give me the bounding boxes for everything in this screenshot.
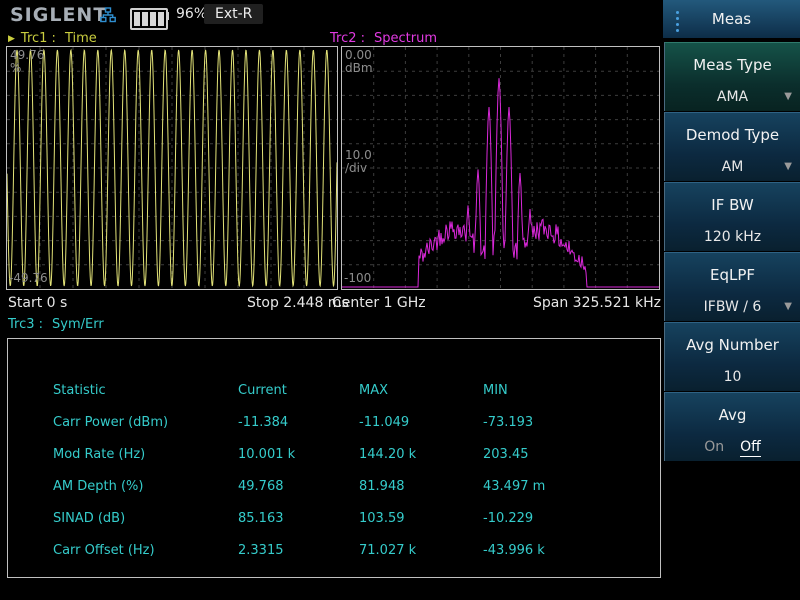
table-cell: 144.20 k (359, 447, 417, 462)
spectrum-span-label: Span 325.521 kHz (532, 295, 661, 311)
table-cell: 10.001 k (238, 447, 296, 462)
sidebar-item-label: Avg Number (686, 336, 779, 354)
avg-off-option[interactable]: Off (740, 439, 761, 457)
table-row: Carr Power (dBm) -11.384 -11.049 -73.193 (8, 407, 660, 439)
meas-menu-sidebar: Meas Meas Type AMA ▼ Demod Type AM ▼ IF BW 120 … (663, 0, 800, 600)
spectrum-ref-unit-label: dBm (345, 61, 373, 75)
table-cell: -43.996 k (483, 543, 545, 558)
table-cell: 103.59 (359, 511, 405, 526)
sidebar-item-label: Demod Type (685, 126, 780, 144)
dropdown-arrow-icon: ▼ (784, 301, 792, 312)
table-cell: 81.948 (359, 479, 405, 494)
time-top-unit-label: % (10, 61, 22, 75)
trc3-title: Trc3 : Sym/Err (8, 317, 104, 332)
sidebar-item-label: EqLPF (709, 266, 756, 284)
meas-menu-header[interactable]: Meas (663, 0, 800, 38)
time-plot: 49.76 % -49.76 (6, 46, 338, 290)
sidebar-item-if-bw[interactable]: IF BW 120 kHz (664, 182, 800, 251)
table-row: Carr Offset (Hz) 2.3315 71.027 k -43.996 k (8, 535, 660, 567)
table-cell: 2.3315 (238, 543, 284, 558)
spectrum-scale-unit-label: /div (345, 161, 368, 175)
analyzer-screen: SIGLENT 96% Ext-R ▶ Trc1 : Time Trc2 : Spec… (0, 0, 800, 600)
table-row: AM Depth (%) 49.768 81.948 43.497 m (8, 471, 660, 503)
active-trace-arrow-icon: ▶ (8, 34, 15, 44)
sym-err-table: Statistic Current MAX MIN Carr Power (dBm) -1… (7, 338, 661, 578)
trc2-label: Trc2 : (330, 31, 366, 46)
dropdown-arrow-icon: ▼ (784, 161, 792, 172)
table-cell: -11.049 (359, 415, 410, 430)
dropdown-arrow-icon: ▼ (784, 91, 792, 102)
menu-dots-icon (676, 11, 680, 35)
trc2-title: Trc2 : Spectrum (330, 31, 437, 46)
meas-menu-title: Meas (711, 10, 752, 28)
spectrum-chart (342, 47, 659, 289)
siglent-logo: SIGLENT (10, 4, 108, 26)
spectrum-plot: 0.00 dBm 10.0 /div -100 (341, 46, 660, 290)
trc3-name: Sym/Err (52, 317, 104, 332)
sidebar-item-value: AM (721, 159, 744, 175)
sidebar-item-label: IF BW (711, 196, 754, 214)
table-row: Statistic Current MAX MIN (8, 375, 660, 407)
table-row: SINAD (dB) 85.163 103.59 -10.229 (8, 503, 660, 535)
time-start-label: Start 0 s (8, 295, 68, 311)
trc1-label: Trc1 : (20, 31, 56, 46)
stat-table-body: Statistic Current MAX MIN Carr Power (dBm) -1… (8, 375, 660, 567)
table-cell: Current (238, 383, 287, 398)
trc1-name: Time (64, 31, 97, 46)
sidebar-item-avg-number[interactable]: Avg Number 10 (664, 322, 800, 391)
trc1-title: ▶ Trc1 : Time (8, 31, 97, 46)
table-cell: 203.45 (483, 447, 529, 462)
sidebar-item-label: Avg (718, 406, 747, 424)
table-row: Mod Rate (Hz) 10.001 k 144.20 k 203.45 (8, 439, 660, 471)
spectrum-floor-label: -100 (344, 271, 372, 285)
sidebar-item-meas-type[interactable]: Meas Type AMA ▼ (664, 42, 800, 111)
battery-nub-icon (166, 12, 169, 20)
table-cell: 71.027 k (359, 543, 417, 558)
table-cell: Statistic (53, 383, 106, 398)
table-cell: 85.163 (238, 511, 284, 526)
sidebar-item-value: AMA (716, 89, 749, 105)
table-cell: SINAD (dB) (53, 511, 126, 526)
table-cell: -11.384 (238, 415, 289, 430)
time-bottom-scale-label: -49.76 (9, 271, 48, 285)
table-cell: -73.193 (483, 415, 534, 430)
table-cell: Mod Rate (Hz) (53, 447, 146, 462)
sidebar-item-value: IFBW / 6 (703, 299, 762, 315)
sidebar-item-demod-type[interactable]: Demod Type AM ▼ (664, 112, 800, 181)
sidebar-item-value: On Off (665, 439, 800, 457)
table-cell: Carr Offset (Hz) (53, 543, 155, 558)
table-cell: Carr Power (dBm) (53, 415, 169, 430)
sidebar-item-label: Meas Type (693, 56, 772, 74)
ext-ref-badge: Ext-R (204, 4, 264, 24)
lan-network-icon (100, 7, 116, 23)
table-cell: -10.229 (483, 511, 534, 526)
sidebar-item-eqlpf[interactable]: EqLPF IFBW / 6 ▼ (664, 252, 800, 321)
table-cell: 49.768 (238, 479, 284, 494)
avg-on-option[interactable]: On (704, 439, 724, 455)
time-waveform-chart (7, 47, 337, 289)
trc3-label: Trc3 : (8, 317, 44, 332)
table-cell: MAX (359, 383, 389, 398)
battery-icon (130, 8, 168, 30)
sidebar-item-avg[interactable]: Avg On Off (664, 392, 800, 461)
trc2-name: Spectrum (374, 31, 438, 46)
table-cell: 43.497 m (483, 479, 546, 494)
sidebar-item-value: 120 kHz (703, 229, 762, 245)
top-status-bar: SIGLENT 96% Ext-R (0, 0, 663, 30)
table-cell: AM Depth (%) (53, 479, 144, 494)
sidebar-item-value: 10 (723, 369, 742, 385)
spectrum-center-label: Center 1 GHz (332, 295, 426, 311)
battery-percentage: 96% (176, 6, 208, 22)
table-cell: MIN (483, 383, 508, 398)
